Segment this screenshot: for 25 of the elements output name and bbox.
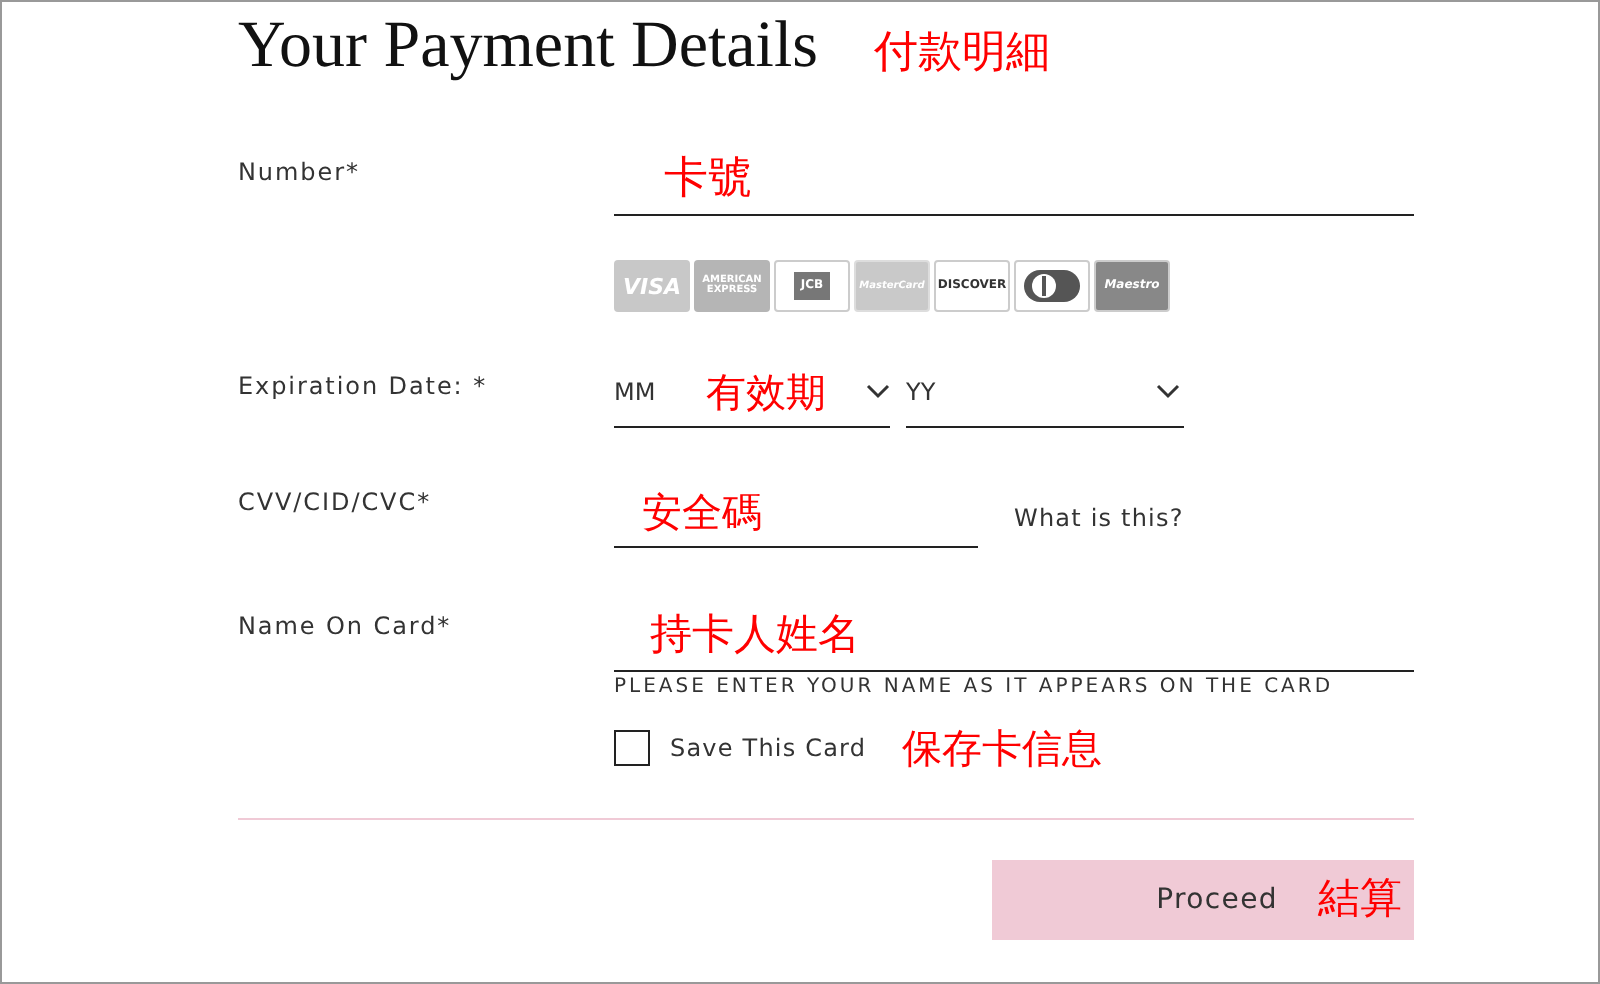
annotation: 安全碼 bbox=[642, 488, 762, 536]
annotation: 卡號 bbox=[664, 154, 752, 204]
annotation: 有效期 bbox=[706, 365, 828, 419]
card-number-field[interactable]: 卡號 bbox=[614, 150, 1414, 216]
help-link[interactable]: What is this? bbox=[1014, 500, 1184, 536]
month-select[interactable]: MM 有效期 bbox=[614, 356, 890, 428]
field-label: CVV/CID/CVC* bbox=[238, 486, 434, 520]
name-field[interactable]: 持卡人姓名 bbox=[614, 602, 1414, 672]
page-title: Your Payment Details bbox=[238, 14, 818, 80]
chevron-down-icon bbox=[1156, 383, 1180, 399]
field-label: Name On Card* bbox=[238, 610, 454, 644]
save-card-checkbox[interactable] bbox=[614, 730, 650, 766]
field-label: Number* bbox=[238, 156, 362, 190]
annotation: 保存卡信息 bbox=[902, 722, 1103, 776]
cvv-field[interactable]: 安全碼 bbox=[614, 480, 978, 548]
field-label: Expiration Date: * bbox=[238, 370, 490, 404]
checkbox-label: Save This Card bbox=[670, 732, 867, 766]
year-select[interactable]: YY bbox=[906, 356, 1184, 428]
annotation: 付款明細 bbox=[873, 26, 1050, 82]
annotation: 持卡人姓名 bbox=[650, 610, 860, 658]
field-hint: PLEASE ENTER YOUR NAME AS IT APPEARS ON THE CARD bbox=[614, 676, 1336, 698]
card-logo-icon bbox=[1022, 268, 1082, 304]
chevron-down-icon bbox=[866, 383, 890, 399]
proceed-button[interactable]: Proceed 結算 bbox=[992, 860, 1414, 940]
annotation: 結算 bbox=[1318, 872, 1402, 927]
